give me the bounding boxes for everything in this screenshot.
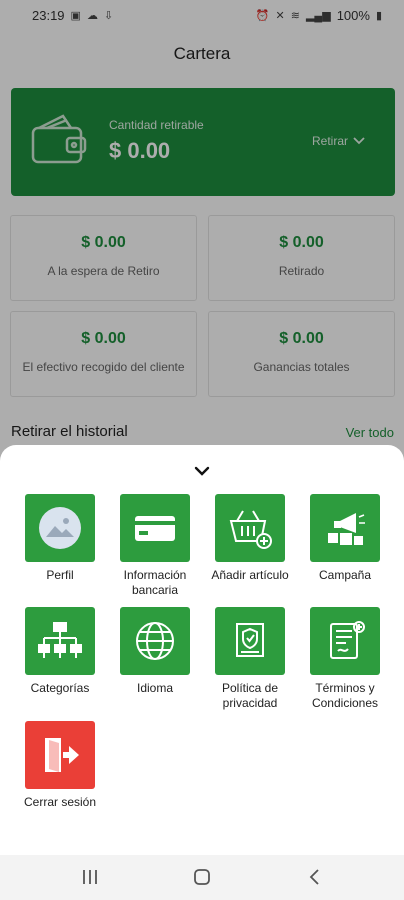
menu-item-logout[interactable]: Cerrar sesión	[12, 721, 108, 810]
shield-document-icon	[236, 623, 264, 657]
logout-tile	[25, 721, 95, 789]
menu-item-privacy-policy[interactable]: Política de privacidad	[202, 607, 298, 711]
menu-item-label: Cerrar sesión	[23, 795, 97, 809]
privacy-policy-tile	[215, 607, 285, 675]
bank-info-tile	[120, 494, 190, 562]
menu-bottom-sheet: Perfil Información bancaria Añadir artíc…	[0, 445, 404, 855]
contract-icon	[330, 621, 365, 659]
menu-item-label: Campaña	[318, 568, 372, 582]
menu-item-categories[interactable]: Categorías	[12, 607, 108, 696]
menu-item-label: Información bancaria	[123, 568, 187, 597]
recent-apps-icon[interactable]	[78, 867, 102, 887]
menu-item-add-item[interactable]: Añadir artículo	[202, 494, 298, 583]
language-tile	[120, 607, 190, 675]
add-item-tile	[215, 494, 285, 562]
profile-tile	[25, 494, 95, 562]
menu-item-label: Añadir artículo	[211, 568, 289, 582]
menu-item-terms[interactable]: Términos y Condiciones	[297, 607, 393, 711]
menu-item-label: Perfil	[46, 568, 74, 582]
campaign-tile	[310, 494, 380, 562]
menu-item-profile[interactable]: Perfil	[12, 494, 108, 583]
menu-item-label: Política de privacidad	[221, 681, 279, 710]
menu-item-bank-info[interactable]: Información bancaria	[107, 494, 203, 598]
hierarchy-icon	[38, 622, 82, 658]
home-icon[interactable]	[190, 867, 214, 887]
logout-icon	[45, 738, 79, 772]
profile-image-icon	[39, 507, 81, 549]
collapse-chevron-icon[interactable]	[192, 463, 212, 479]
menu-item-label: Idioma	[136, 681, 174, 695]
categories-tile	[25, 607, 95, 675]
menu-item-label: Categorías	[30, 681, 90, 695]
system-nav-bar	[0, 855, 404, 900]
megaphone-icon	[328, 513, 365, 545]
back-icon[interactable]	[303, 867, 327, 887]
credit-card-icon	[135, 516, 175, 541]
globe-icon	[136, 622, 174, 660]
menu-item-campaign[interactable]: Campaña	[297, 494, 393, 583]
menu-item-language[interactable]: Idioma	[107, 607, 203, 696]
menu-item-label: Términos y Condiciones	[311, 681, 379, 710]
terms-tile	[310, 607, 380, 675]
basket-add-icon	[229, 510, 272, 549]
